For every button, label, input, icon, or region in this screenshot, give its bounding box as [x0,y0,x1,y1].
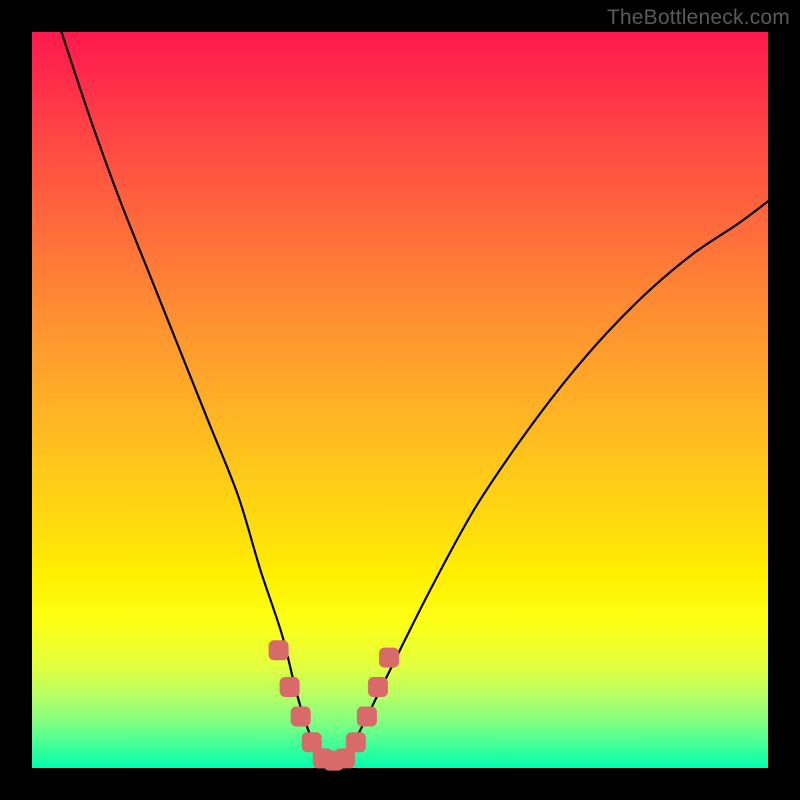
bottleneck-curve [61,32,768,763]
curve-marker [346,732,366,752]
chart-svg [32,32,768,768]
curve-marker [379,648,399,668]
curve-marker [368,677,388,697]
curve-marker [291,706,311,726]
watermark-text: TheBottleneck.com [607,6,790,30]
curve-marker [357,706,377,726]
curve-marker [269,640,289,660]
curve-marker [280,677,300,697]
chart-frame: TheBottleneck.com [0,0,800,800]
plot-area [32,32,768,768]
